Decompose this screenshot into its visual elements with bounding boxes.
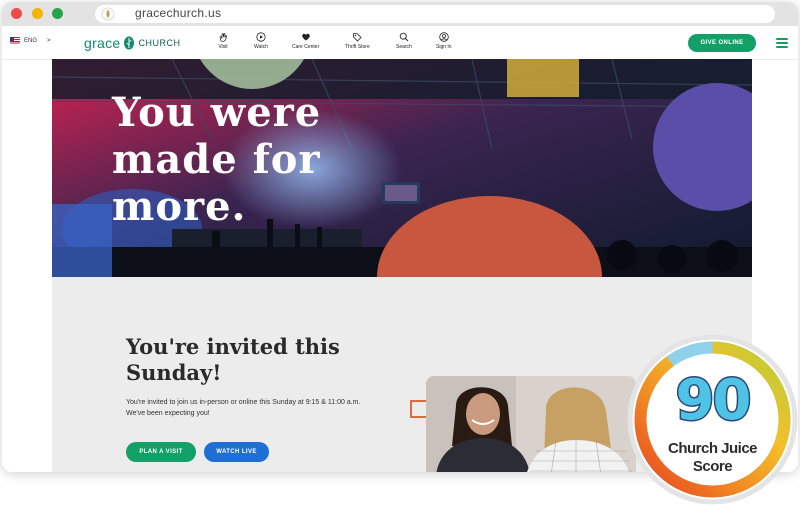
give-online-button[interactable]: GIVE ONLINE (688, 34, 756, 52)
play-icon (256, 32, 266, 42)
hero-banner: You were made for more. (52, 59, 752, 277)
nav-item-thrift-store[interactable]: Thrift Store (345, 32, 370, 50)
url-text: gracechurch.us (135, 6, 222, 20)
church-juice-score-badge: 90 Church Juice Score (625, 332, 800, 507)
logo-grace-text: grace (84, 35, 121, 51)
score-label-line1: Church Juice (667, 440, 758, 457)
nav-item-care-center[interactable]: Care Center (292, 32, 319, 50)
language-label: ENG (24, 37, 38, 44)
invite-title: You're invited this Sunday! (126, 334, 340, 385)
nav-item-sign-in[interactable]: Sign In (436, 32, 452, 50)
nav-item-search[interactable]: Search (396, 32, 412, 50)
nav-item-label: Search (396, 44, 412, 50)
us-flag-icon (10, 37, 20, 44)
close-window-button[interactable] (11, 8, 22, 19)
search-icon (399, 32, 409, 42)
heart-hands-icon (301, 33, 310, 41)
watch-live-button[interactable]: WATCH LIVE (204, 442, 269, 462)
score-label-line2: Score (692, 458, 733, 475)
welcome-photo (426, 376, 636, 472)
hero-title-line: You were (112, 89, 322, 136)
hand-wave-icon (219, 33, 228, 42)
hamburger-menu-icon[interactable] (776, 38, 788, 48)
logo-church-text: CHURCH (138, 38, 181, 48)
nav-item-label: Care Center (292, 44, 320, 50)
nav-item-visit[interactable]: Visit (218, 32, 228, 50)
hero-title-line: more. (112, 183, 247, 230)
site-navbar: ENG > grace CHURCH Visit Watch Care Cent… (2, 26, 798, 60)
hero-title: You were made for more. (112, 89, 321, 230)
invite-description: You're invited to join us in-person or o… (126, 399, 361, 417)
score-value: 90 (674, 367, 753, 435)
leaf-icon (123, 36, 134, 50)
nav-item-label: Sign In (436, 44, 452, 50)
nav-item-label: Watch (254, 44, 268, 50)
chevron-right-icon: > (47, 37, 51, 44)
plan-a-visit-button[interactable]: PLAN A VISIT (126, 442, 196, 462)
site-favicon-icon (101, 7, 115, 21)
minimize-window-button[interactable] (32, 8, 43, 19)
nav-item-watch[interactable]: Watch (254, 32, 268, 50)
maximize-window-button[interactable] (52, 8, 63, 19)
hero-title-line: made for (112, 136, 321, 183)
site-logo[interactable]: grace CHURCH (84, 35, 181, 51)
language-selector[interactable]: ENG > (10, 37, 51, 44)
address-bar[interactable]: gracechurch.us (95, 5, 775, 23)
tag-icon (353, 33, 362, 42)
nav-item-label: Thrift Store (345, 44, 370, 50)
browser-titlebar: gracechurch.us (2, 2, 798, 26)
nav-item-label: Visit (218, 44, 228, 50)
user-icon (439, 32, 449, 42)
